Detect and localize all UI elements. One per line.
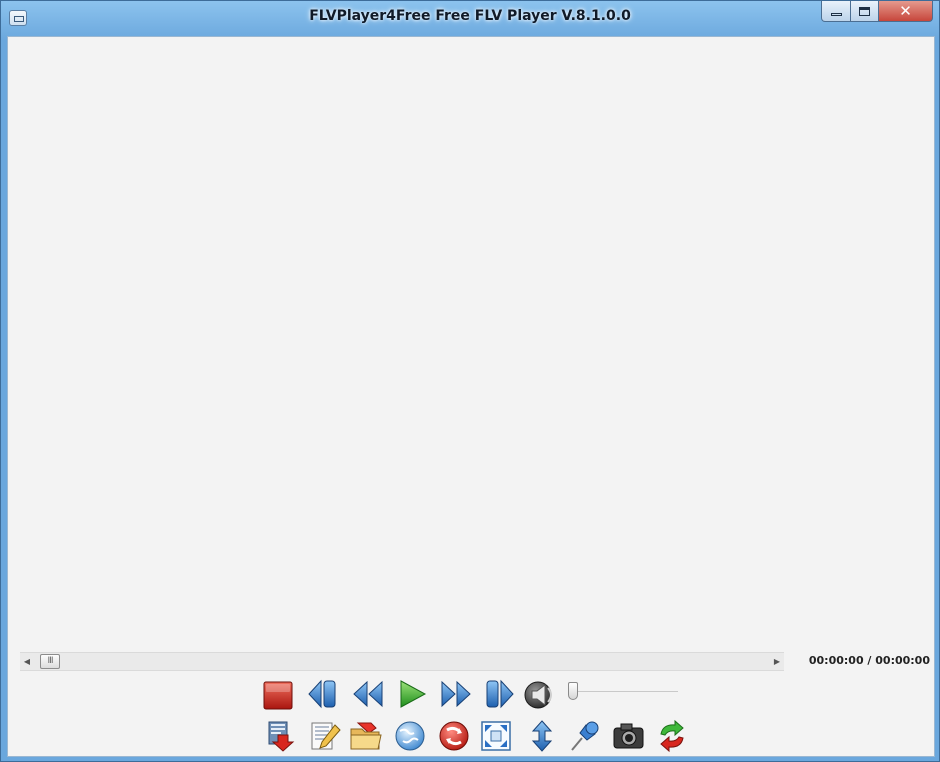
seek-left-arrow-icon[interactable]: ◀ — [22, 656, 32, 668]
stop-icon — [263, 681, 293, 710]
open-folder-button[interactable] — [349, 719, 383, 753]
camera-icon — [613, 723, 644, 749]
resize-vertical-icon — [531, 720, 553, 752]
next-icon — [486, 679, 514, 709]
window-title: FLVPlayer4Free Free FLV Player V.8.1.0.0 — [309, 8, 631, 24]
volume-icon — [524, 681, 552, 709]
resize-button[interactable] — [525, 719, 559, 753]
globe-icon — [395, 721, 425, 751]
pin-icon — [571, 721, 599, 751]
previous-icon — [308, 679, 336, 709]
window-controls: ✕ — [821, 1, 933, 23]
fast-forward-icon — [441, 680, 471, 708]
web-button[interactable] — [393, 719, 427, 753]
stop-button[interactable] — [261, 678, 295, 712]
refresh-icon — [660, 719, 684, 753]
next-button[interactable] — [483, 677, 517, 711]
close-icon: ✕ — [899, 2, 912, 20]
edit-icon — [311, 722, 341, 750]
fullscreen-button[interactable] — [479, 719, 513, 753]
rewind-button[interactable] — [351, 677, 385, 711]
maximize-button[interactable] — [851, 1, 879, 22]
refresh-button[interactable] — [655, 719, 689, 753]
seek-thumb[interactable]: III — [40, 654, 60, 669]
convert-button[interactable] — [437, 719, 471, 753]
minimize-icon — [830, 12, 842, 16]
download-icon — [268, 721, 295, 752]
fast-forward-button[interactable] — [439, 677, 473, 711]
convert-icon — [439, 721, 469, 751]
time-display: 00:00:00 / 00:00:00 — [808, 654, 930, 667]
open-folder-icon — [350, 722, 382, 750]
volume-slider[interactable] — [568, 682, 678, 700]
edit-button[interactable] — [307, 719, 341, 753]
minimize-button[interactable] — [821, 1, 851, 22]
play-button[interactable] — [395, 677, 429, 711]
maximize-icon — [859, 6, 870, 16]
video-area[interactable] — [8, 37, 934, 647]
volume-button[interactable] — [523, 677, 557, 711]
pin-button[interactable] — [567, 719, 601, 753]
download-button[interactable] — [263, 719, 297, 753]
play-icon — [400, 680, 427, 708]
rewind-icon — [353, 680, 383, 708]
fullscreen-icon — [481, 721, 511, 751]
player-client-area: ◀ III ▶ 00:00:00 / 00:00:00 — [7, 36, 935, 757]
close-button[interactable]: ✕ — [879, 1, 933, 22]
previous-button[interactable] — [305, 677, 339, 711]
volume-knob[interactable] — [568, 682, 578, 700]
seek-right-arrow-icon[interactable]: ▶ — [772, 656, 782, 668]
volume-track — [568, 691, 678, 692]
seek-bar[interactable]: ◀ III ▶ — [20, 652, 784, 671]
snapshot-button[interactable] — [611, 719, 645, 753]
title-bar[interactable]: FLVPlayer4Free Free FLV Player V.8.1.0.0… — [1, 1, 939, 36]
app-window: FLVPlayer4Free Free FLV Player V.8.1.0.0… — [0, 0, 940, 762]
